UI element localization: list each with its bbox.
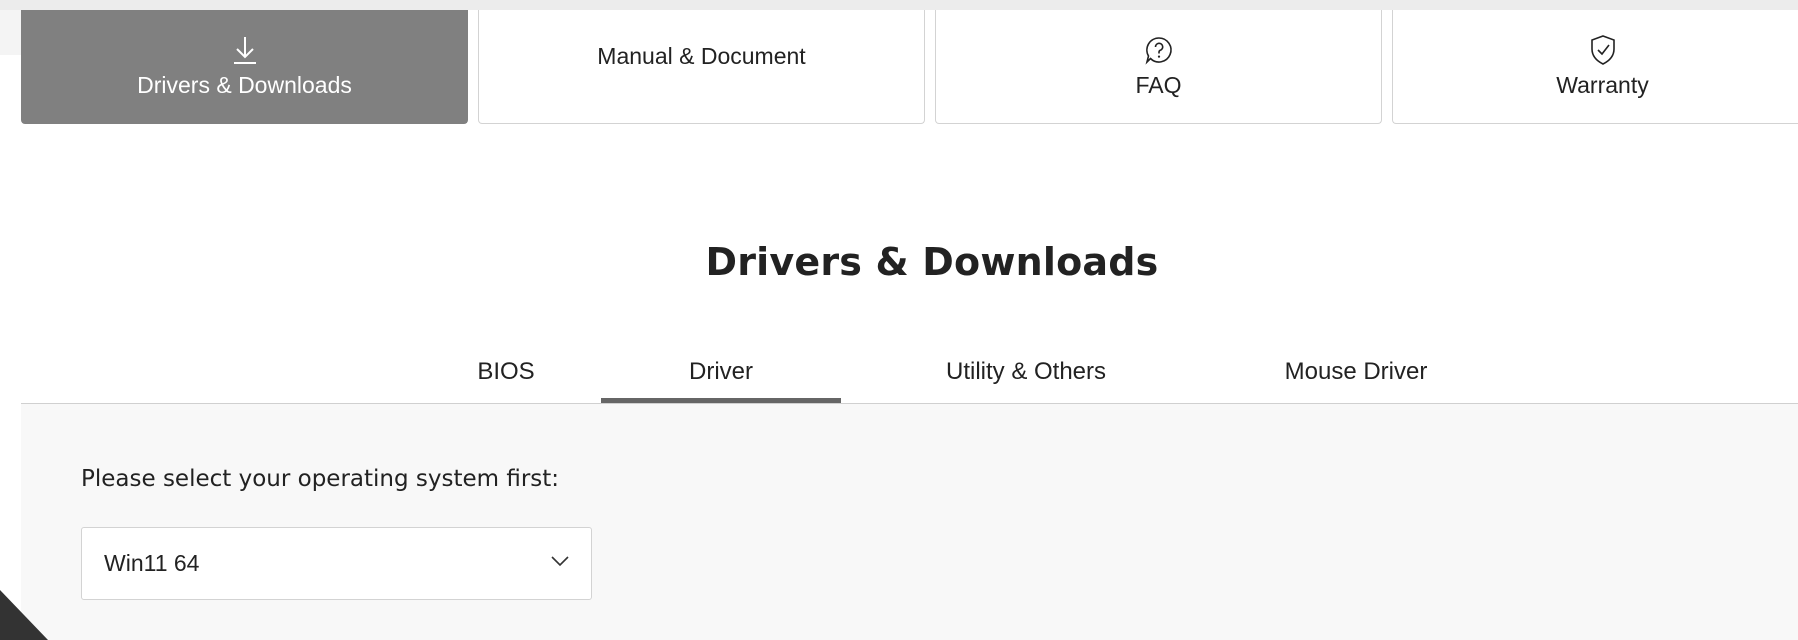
- tab-manual-document[interactable]: Manual & Document: [478, 10, 925, 124]
- support-tabs: Drivers & Downloads Manual & Document FA…: [21, 10, 1798, 125]
- os-select-prompt: Please select your operating system firs…: [81, 466, 560, 492]
- tab-bios[interactable]: BIOS: [401, 340, 611, 403]
- tab-label: Drivers & Downloads: [137, 71, 352, 98]
- tab-label: Warranty: [1556, 71, 1649, 98]
- tab-faq[interactable]: FAQ: [935, 10, 1382, 124]
- question-bubble-icon: [1144, 35, 1174, 65]
- tab-drivers-downloads[interactable]: Drivers & Downloads: [21, 10, 468, 124]
- tab-utility-others[interactable]: Utility & Others: [886, 340, 1166, 403]
- corner-decoration: [0, 590, 48, 640]
- download-icon: [230, 35, 260, 65]
- shield-check-icon: [1588, 34, 1618, 65]
- support-page: Drivers & Downloads Manual & Document FA…: [0, 0, 1798, 640]
- top-strip: [0, 0, 1798, 10]
- driver-content-area: Please select your operating system firs…: [21, 404, 1798, 640]
- tab-label: Manual & Document: [597, 42, 806, 69]
- section-title: Drivers & Downloads: [705, 240, 1159, 284]
- top-strip-left: [0, 10, 21, 55]
- chevron-down-icon: [549, 550, 571, 572]
- tab-mouse-driver[interactable]: Mouse Driver: [1216, 340, 1496, 403]
- os-select-dropdown[interactable]: Win11 64: [81, 527, 592, 600]
- download-category-tabs: BIOS Driver Utility & Others Mouse Drive…: [21, 340, 1798, 404]
- tab-driver[interactable]: Driver: [601, 340, 841, 403]
- tab-warranty[interactable]: Warranty: [1392, 10, 1798, 124]
- os-selected-value: Win11 64: [104, 550, 200, 576]
- tab-label: FAQ: [1135, 71, 1182, 98]
